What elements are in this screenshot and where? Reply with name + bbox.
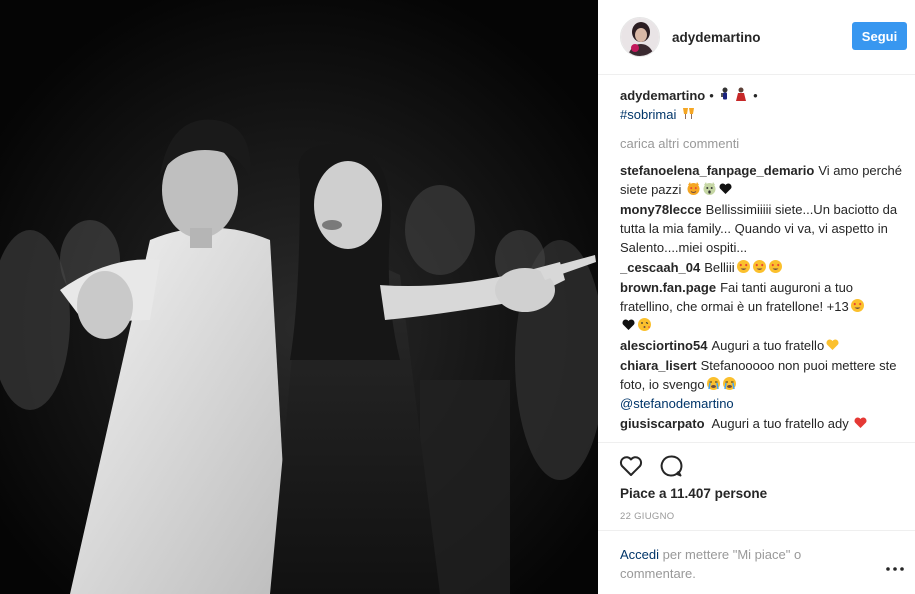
comment-item: brown.fan.page Fai tanti auguroni a tuo f… xyxy=(620,278,905,335)
post-photo[interactable] xyxy=(0,0,598,594)
login-link[interactable]: Accedi xyxy=(620,547,659,562)
action-icons xyxy=(618,453,684,479)
crying-face-emoji-icon xyxy=(722,377,736,390)
likes-count[interactable]: Piace a 11.407 persone xyxy=(620,486,767,501)
crying-face-emoji-icon xyxy=(706,377,720,390)
avatar[interactable] xyxy=(620,17,660,57)
follow-button[interactable]: Segui xyxy=(852,22,907,50)
comment-bubble-icon[interactable] xyxy=(658,453,684,479)
comment-text: Auguri a tuo fratello ady xyxy=(711,416,849,431)
comment-username[interactable]: alesciortino54 xyxy=(620,338,707,353)
post-photo-image xyxy=(0,0,598,594)
login-prompt: Accedi per mettere "Mi piace" o commenta… xyxy=(620,545,870,583)
red-heart-emoji-icon xyxy=(854,417,867,428)
kiss-face-emoji-icon xyxy=(638,318,651,331)
comment-item: mony78lecce Bellissimiiiii siete...Un bac… xyxy=(620,200,905,257)
caption-hashtag[interactable]: #sobrimai xyxy=(620,107,676,122)
cheers-emoji-icon xyxy=(682,108,694,119)
post-sidebar: adydemartino Segui adydemartino • • #sobr… xyxy=(598,0,915,594)
header-username[interactable]: adydemartino xyxy=(672,30,761,45)
comment-username[interactable]: stefanoelena_fanpage_demario xyxy=(620,163,814,178)
comment-item: chiara_lisert Stefanooooo non puoi metter… xyxy=(620,356,905,413)
heart-eyes-emoji-icon xyxy=(768,260,782,273)
black-heart-emoji-icon xyxy=(719,183,732,194)
post-header: adydemartino Segui xyxy=(598,0,915,75)
comment-text: Belliii xyxy=(704,260,735,275)
caption-username[interactable]: adydemartino xyxy=(620,88,705,103)
post-actions: Piace a 11.407 persone 22 GIUGNO xyxy=(598,442,915,532)
comment-item: stefanoelena_fanpage_demario Vi amo perch… xyxy=(620,161,905,199)
comment-username[interactable]: giusiscarpato xyxy=(620,416,705,431)
comment-mention[interactable]: @stefanodemartino xyxy=(620,396,734,411)
caption-text-end: • xyxy=(753,88,758,103)
comments-list[interactable]: adydemartino • • #sobrimai carica altri c… xyxy=(620,86,905,442)
heart-eyes-emoji-icon xyxy=(752,260,766,273)
comment-username[interactable]: _cescaah_04 xyxy=(620,260,700,275)
heart-eyes-emoji-icon xyxy=(850,299,864,312)
dancer-man-emoji-icon xyxy=(721,87,728,100)
comment-item: _cescaah_04 Belliii xyxy=(620,258,905,277)
caption-text: • xyxy=(709,88,714,103)
comment-item: alesciortino54 Auguri a tuo fratello xyxy=(620,336,905,355)
comment-username[interactable]: brown.fan.page xyxy=(620,280,716,295)
black-heart-emoji-icon xyxy=(622,319,635,330)
comment-username[interactable]: mony78lecce xyxy=(620,202,702,217)
cat-heart-eyes-emoji-icon xyxy=(687,182,700,195)
more-dots-icon[interactable] xyxy=(885,565,905,573)
dancer-woman-emoji-icon xyxy=(736,87,747,101)
comment-text: Auguri a tuo fratello xyxy=(711,338,825,353)
comment-username[interactable]: chiara_lisert xyxy=(620,358,697,373)
post-date[interactable]: 22 GIUGNO xyxy=(620,511,674,522)
caption: adydemartino • • #sobrimai xyxy=(620,86,905,124)
add-comment-section: Accedi per mettere "Mi piace" o commenta… xyxy=(598,530,915,594)
heart-eyes-emoji-icon xyxy=(736,260,750,273)
yellow-heart-emoji-icon xyxy=(826,339,839,350)
heart-outline-icon[interactable] xyxy=(618,453,644,479)
cat-scream-emoji-icon xyxy=(703,182,716,195)
load-more-comments[interactable]: carica altri commenti xyxy=(620,135,905,153)
comment-item: giusiscarpato Auguri a tuo fratello ady xyxy=(620,414,905,433)
avatar-image xyxy=(621,18,659,56)
